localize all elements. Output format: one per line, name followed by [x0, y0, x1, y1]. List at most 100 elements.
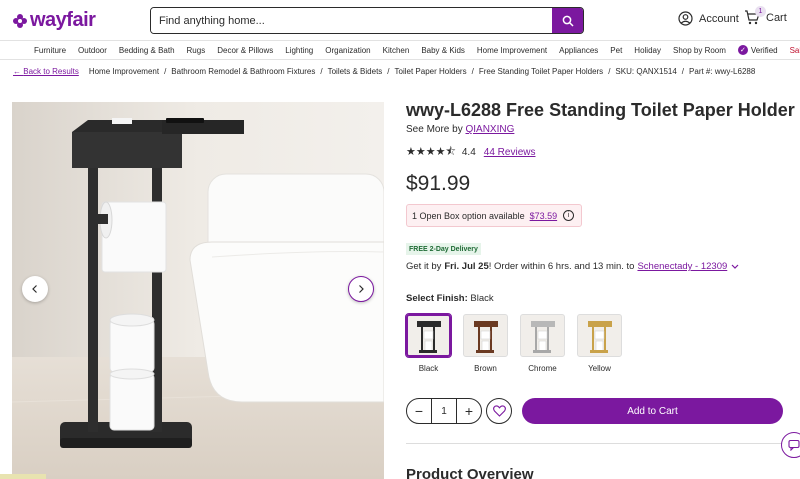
product-image-gallery[interactable]	[12, 102, 384, 479]
order-within-text: ! Order within 6 hrs. and 13 min. to	[488, 261, 635, 272]
finish-swatch-chrome[interactable]: Chrome	[520, 314, 565, 373]
see-more-by: See More by QIANXING	[406, 124, 514, 135]
chevron-left-icon	[32, 285, 37, 293]
product-rating: ★★★★⯪ 4.4 44 Reviews	[406, 143, 535, 162]
rating-value: 4.4	[461, 147, 476, 158]
delivery-estimate: Get it by Fri. Jul 25 ! Order within 6 h…	[406, 261, 740, 272]
breadcrumb-sku: SKU: QANX1514	[615, 67, 677, 76]
delivery-date: Fri. Jul 25	[444, 261, 489, 272]
logo-text: wayfair	[30, 9, 96, 31]
verified-check-icon: ✓	[737, 45, 748, 55]
info-icon[interactable]: i	[563, 210, 575, 221]
swatch-image	[520, 314, 565, 357]
swatch-image	[405, 313, 452, 358]
back-to-results-link[interactable]: ← Back to Results	[13, 67, 79, 76]
nav-item-appliances[interactable]: Appliances	[559, 46, 598, 55]
plus-icon: +	[464, 403, 474, 419]
search-bar	[150, 7, 584, 34]
account-label: Account	[699, 12, 739, 25]
verified-label: Verified	[750, 45, 778, 55]
brown-finish-thumbnail	[473, 320, 498, 353]
logo-flower-icon	[13, 13, 27, 28]
chat-button[interactable]	[781, 432, 800, 458]
account-icon	[678, 11, 693, 26]
back-to-results-label: Back to Results	[23, 67, 79, 76]
add-to-cart-button[interactable]: Add to Cart	[522, 398, 783, 424]
nav-item-home-improvement[interactable]: Home Improvement	[477, 46, 547, 55]
nav-item-holiday[interactable]: Holiday	[634, 46, 661, 55]
swatch-label: Yellow	[588, 364, 611, 373]
nav-item-baby-kids[interactable]: Baby & Kids	[421, 46, 465, 55]
nav-item-pet[interactable]: Pet	[610, 46, 622, 55]
chevron-down-icon[interactable]	[730, 263, 740, 271]
chrome-finish-thumbnail	[530, 320, 555, 353]
finish-swatch-black[interactable]: Black	[405, 313, 452, 373]
chat-icon	[788, 439, 800, 451]
open-box-price-link[interactable]: $73.59	[530, 211, 558, 221]
chevron-right-icon	[359, 285, 364, 293]
brand-link[interactable]: QIANXING	[465, 124, 514, 135]
delivery-location-link[interactable]: Schenectady - 12309	[637, 261, 727, 272]
black-finish-thumbnail	[416, 320, 441, 353]
swatch-label: Brown	[474, 364, 497, 373]
cart-button[interactable]: 1 Cart	[744, 6, 787, 25]
nav-item-verified[interactable]: ✓ Verified	[737, 45, 778, 55]
breadcrumb-separator: /	[164, 67, 167, 76]
add-to-favorites-button[interactable]	[486, 398, 512, 424]
nav-item-kitchen[interactable]: Kitchen	[383, 46, 410, 55]
account-button[interactable]: Account	[678, 11, 739, 26]
section-divider	[406, 443, 783, 444]
nav-item-rugs[interactable]: Rugs	[187, 46, 206, 55]
breadcrumb-item[interactable]: Toilets & Bidets	[328, 67, 383, 76]
increase-quantity-button[interactable]: +	[457, 399, 481, 423]
breadcrumb-separator: /	[320, 67, 323, 76]
select-finish-heading: Select Finish:	[406, 293, 468, 304]
nav-item-shop-by-room[interactable]: Shop by Room	[673, 46, 726, 55]
breadcrumb-separator: /	[471, 67, 474, 76]
nav-item-furniture[interactable]: Furniture	[34, 46, 66, 55]
open-box-text: 1 Open Box option available	[412, 210, 525, 221]
search-icon	[562, 15, 574, 27]
product-price: $91.99	[406, 172, 471, 195]
nav-item-outdoor[interactable]: Outdoor	[78, 46, 107, 55]
open-box-banner: 1 Open Box option available $73.59 i	[406, 204, 582, 227]
selected-finish-value: Black	[470, 293, 494, 304]
get-it-prefix: Get it by	[406, 261, 442, 272]
heart-icon	[492, 405, 506, 417]
search-button[interactable]	[552, 8, 583, 33]
breadcrumb-item[interactable]: Bathroom Remodel & Bathroom Fixtures	[171, 67, 315, 76]
swatch-image	[577, 314, 622, 357]
quantity-value[interactable]: 1	[431, 398, 457, 424]
nav-item-bedding-bath[interactable]: Bedding & Bath	[119, 46, 175, 55]
see-more-prefix: See More by	[406, 124, 463, 135]
breadcrumb-item[interactable]: Home Improvement	[89, 67, 159, 76]
swatch-label: Chrome	[528, 364, 557, 373]
finish-swatch-brown[interactable]: Brown	[463, 314, 508, 373]
decrease-quantity-button[interactable]: −	[407, 399, 431, 423]
cart-count-badge: 1	[755, 6, 766, 17]
product-photo	[12, 102, 384, 479]
nav-item-lighting[interactable]: Lighting	[285, 46, 313, 55]
back-arrow-icon: ←	[13, 67, 21, 76]
breadcrumb-item[interactable]: Free Standing Toilet Paper Holders	[479, 67, 603, 76]
nav-item-decor-pillows[interactable]: Decor & Pillows	[217, 46, 273, 55]
breadcrumb-part-number: Part #: wwy-L6288	[689, 67, 756, 76]
next-image-button[interactable]	[348, 276, 374, 302]
search-input[interactable]	[151, 8, 552, 33]
cart-label: Cart	[766, 11, 787, 24]
breadcrumb-item[interactable]: Toilet Paper Holders	[395, 67, 467, 76]
reviews-link[interactable]: 44 Reviews	[484, 147, 536, 158]
nav-item-organization[interactable]: Organization	[325, 46, 370, 55]
nav-item-sale[interactable]: Sale	[790, 46, 800, 55]
wayfair-logo[interactable]: wayfair	[12, 9, 96, 32]
swatch-image	[463, 314, 508, 357]
breadcrumb: ← Back to Results Home Improvement / Bat…	[13, 67, 755, 76]
finish-swatch-yellow[interactable]: Yellow	[577, 314, 622, 373]
yellow-finish-thumbnail	[587, 320, 612, 353]
swatch-label: Black	[418, 364, 439, 373]
quantity-stepper: − 1 +	[406, 398, 482, 424]
previous-image-button[interactable]	[22, 276, 48, 302]
minus-icon: −	[414, 403, 424, 419]
finish-swatches: Black Brown Chrome Yellow	[405, 313, 634, 373]
breadcrumb-separator: /	[387, 67, 390, 76]
